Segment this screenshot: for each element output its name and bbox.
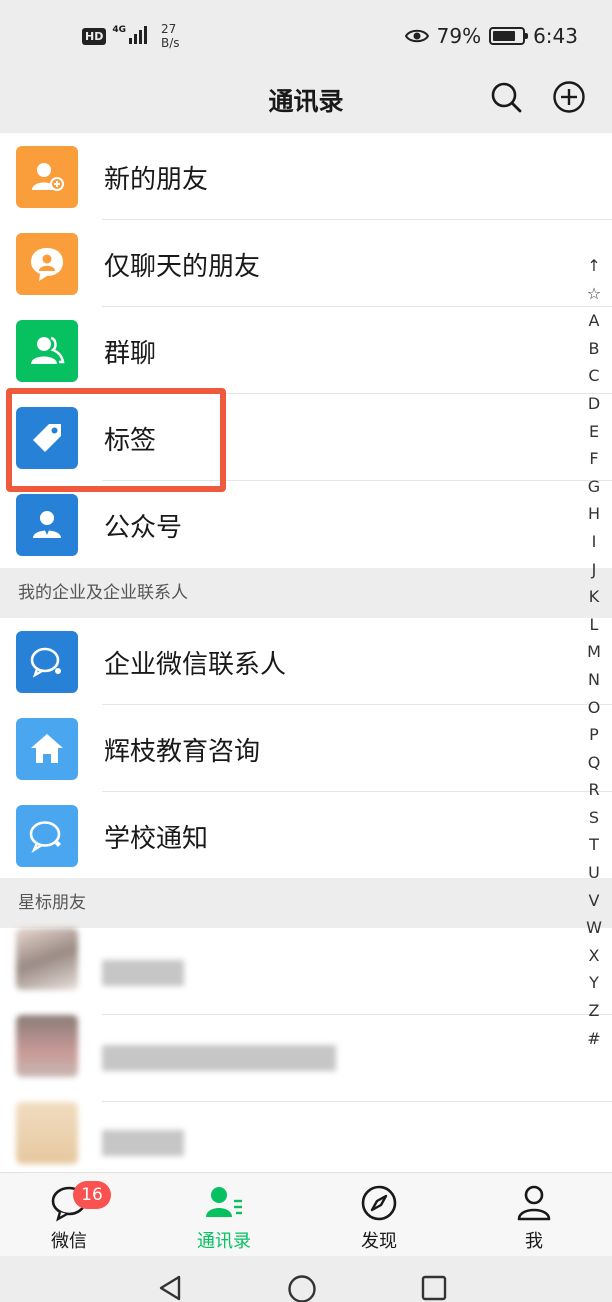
highlight-annotation-box xyxy=(6,388,226,492)
avatar xyxy=(16,1102,78,1164)
battery-percent: 79% xyxy=(436,24,482,48)
list-item-school-notice[interactable]: 学校通知 xyxy=(0,792,612,879)
index-letter[interactable]: E xyxy=(589,418,599,446)
index-letter[interactable]: ☆ xyxy=(587,280,601,308)
home-icon xyxy=(16,718,78,780)
section-header-enterprise: 我的企业及企业联系人 xyxy=(0,568,612,618)
add-friend-icon xyxy=(16,146,78,208)
index-letter[interactable]: M xyxy=(587,638,601,666)
list-item-label: 群聊 xyxy=(104,339,157,369)
school-notice-icon xyxy=(16,805,78,867)
status-left: HD 4G 27 B/s xyxy=(82,22,180,50)
index-letter[interactable]: O xyxy=(588,694,601,722)
tab-label: 我 xyxy=(525,1231,543,1252)
index-letter[interactable]: H xyxy=(588,500,600,528)
tab-label: 通讯录 xyxy=(197,1231,251,1252)
list-item-wecom-contacts[interactable]: 企业微信联系人 xyxy=(0,618,612,705)
list-item-group-chats[interactable]: 群聊 xyxy=(0,307,612,394)
speed-unit: B/s xyxy=(161,36,180,50)
signal-icon: 4G xyxy=(112,26,147,44)
compass-icon xyxy=(361,1185,397,1221)
contacts-icon xyxy=(206,1187,242,1217)
index-letter[interactable]: Y xyxy=(589,969,599,997)
clock: 6:43 xyxy=(533,24,578,48)
list-item-label: 企业微信联系人 xyxy=(104,650,287,680)
section-header-starred: 星标朋友 xyxy=(0,878,612,928)
tab-discover[interactable]: 发现 xyxy=(329,1173,429,1257)
index-letter[interactable]: U xyxy=(588,859,600,887)
unread-badge: 16 xyxy=(73,1181,111,1209)
battery-icon xyxy=(489,27,529,45)
index-letter[interactable]: J xyxy=(592,556,597,584)
index-letter[interactable]: G xyxy=(588,473,600,501)
person-icon xyxy=(517,1185,551,1221)
list-item-label: 辉枝教育咨询 xyxy=(104,737,261,767)
starred-friend-row[interactable] xyxy=(0,928,612,1015)
list-item-label: 学校通知 xyxy=(104,824,209,854)
tab-chats[interactable]: 16 微信 xyxy=(19,1173,119,1257)
official-account-icon xyxy=(16,494,78,556)
list-item-label: 公众号 xyxy=(104,513,183,543)
index-letter[interactable]: N xyxy=(588,666,600,694)
group-chat-icon xyxy=(16,320,78,382)
index-letter[interactable]: I xyxy=(592,528,597,556)
tab-label: 微信 xyxy=(51,1231,87,1252)
speed-value: 27 xyxy=(161,22,177,36)
status-bar: HD 4G 27 B/s 79% 6:43 xyxy=(0,0,612,70)
avatar xyxy=(16,928,78,990)
list-item-label: 仅聊天的朋友 xyxy=(104,252,261,282)
add-circle-icon[interactable] xyxy=(552,80,586,114)
index-letter[interactable]: A xyxy=(589,307,600,335)
home-button-icon[interactable] xyxy=(287,1274,317,1302)
chat-only-friend-icon xyxy=(16,233,78,295)
index-letter[interactable]: S xyxy=(589,804,599,832)
alphabet-index-bar[interactable]: ↑ ☆ A B C D E F G H I J K L M N O P Q R S T U V W X Y Z # xyxy=(582,252,606,1052)
index-letter[interactable]: ↑ xyxy=(587,252,600,280)
index-letter[interactable]: Q xyxy=(588,749,601,777)
index-letter[interactable]: # xyxy=(587,1025,600,1053)
starred-friend-row[interactable] xyxy=(0,1102,612,1172)
index-letter[interactable]: R xyxy=(588,776,599,804)
top-bar: 通讯录 xyxy=(0,70,612,132)
index-letter[interactable]: T xyxy=(589,831,599,859)
index-letter[interactable]: W xyxy=(586,914,602,942)
network-speed: 27 B/s xyxy=(161,22,180,50)
status-right: 79% 6:43 xyxy=(404,24,578,48)
blurred-name xyxy=(102,1045,336,1071)
blurred-name xyxy=(102,960,184,986)
list-item-huizhi-education[interactable]: 辉枝教育咨询 xyxy=(0,705,612,792)
list-item-label: 新的朋友 xyxy=(104,165,209,195)
index-letter[interactable]: B xyxy=(589,335,600,363)
wecom-icon xyxy=(16,631,78,693)
tab-contacts[interactable]: 通讯录 xyxy=(174,1173,274,1257)
network-type: 4G xyxy=(112,25,126,35)
index-letter[interactable]: L xyxy=(590,611,599,639)
index-letter[interactable]: P xyxy=(589,721,599,749)
blurred-name xyxy=(102,1130,184,1156)
hd-badge: HD xyxy=(82,28,107,45)
index-letter[interactable]: K xyxy=(589,583,600,611)
starred-friend-row[interactable] xyxy=(0,1015,612,1102)
tab-label: 发现 xyxy=(361,1231,397,1252)
index-letter[interactable]: D xyxy=(588,390,600,418)
list-item-official-accounts[interactable]: 公众号 xyxy=(0,481,612,568)
recent-apps-icon[interactable] xyxy=(421,1274,447,1302)
list-item-chat-only-friends[interactable]: 仅聊天的朋友 xyxy=(0,220,612,307)
avatar xyxy=(16,1015,78,1077)
list-item-new-friends[interactable]: 新的朋友 xyxy=(0,133,612,220)
search-icon[interactable] xyxy=(489,80,523,114)
eye-comfort-icon xyxy=(404,29,429,43)
index-letter[interactable]: F xyxy=(589,445,598,473)
index-letter[interactable]: X xyxy=(589,942,600,970)
tab-me[interactable]: 我 xyxy=(484,1173,584,1257)
index-letter[interactable]: Z xyxy=(589,997,600,1025)
bottom-tab-bar: 16 微信 通讯录 发现 我 xyxy=(0,1172,612,1256)
index-letter[interactable]: V xyxy=(589,887,600,915)
index-letter[interactable]: C xyxy=(588,362,599,390)
system-nav-bar xyxy=(0,1256,612,1302)
back-icon[interactable] xyxy=(157,1274,183,1302)
